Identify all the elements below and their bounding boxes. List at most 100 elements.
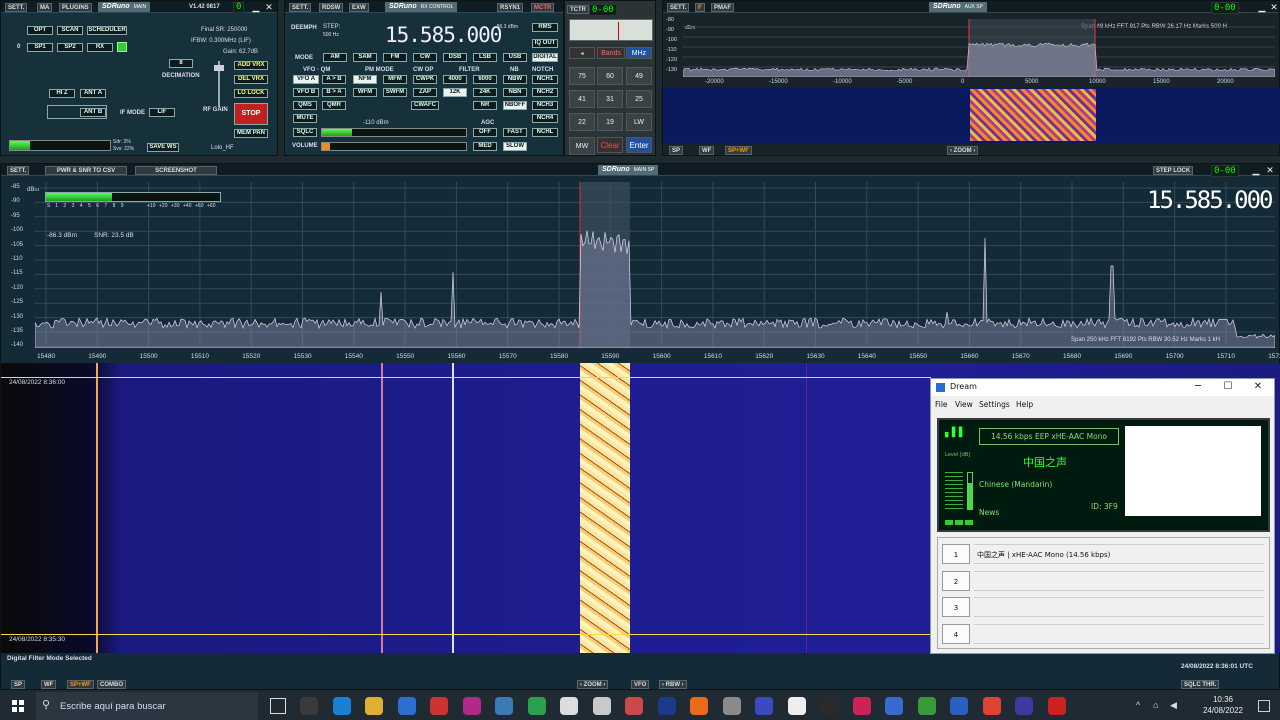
a-to-b-button[interactable]: A > B	[322, 75, 346, 84]
dream-maximize-icon[interactable]: ☐	[1213, 379, 1243, 395]
filter-6000-button[interactable]: 6000	[473, 75, 497, 84]
agc-slow-button[interactable]: SLOW	[503, 142, 527, 151]
aux-f-button[interactable]: F	[695, 3, 705, 12]
b-to-a-button[interactable]: B > A	[322, 88, 346, 97]
screenshot-button[interactable]: SCREENSHOT	[135, 166, 217, 175]
enter-button[interactable]: Enter	[626, 137, 652, 153]
dream-titlebar[interactable]: Dream ─ ☐ ✕	[931, 379, 1274, 396]
mute-button[interactable]: MUTE	[293, 114, 317, 123]
mainsp-sett-button[interactable]: SETT.	[7, 166, 29, 175]
cw-button[interactable]: CW	[413, 53, 437, 62]
nfm-button[interactable]: NFM	[353, 75, 377, 84]
opt-button[interactable]: OPT	[27, 26, 53, 35]
dream-menu-file[interactable]: File	[935, 400, 948, 409]
vfo-button[interactable]: VFO	[631, 680, 649, 689]
ant-b-button[interactable]: ANT B	[80, 108, 106, 117]
dsb-button[interactable]: DSB	[443, 53, 467, 62]
volume-slider[interactable]	[321, 142, 467, 151]
dream-close-icon[interactable]: ✕	[1243, 379, 1273, 395]
spreadsheet-app-icon[interactable]	[528, 697, 546, 715]
taskbar-search[interactable]: ⚲ Escribe aquí para buscar	[36, 692, 258, 720]
plugins-button[interactable]: PLUGINS	[59, 3, 92, 12]
recorder-app-icon[interactable]	[430, 697, 448, 715]
combo-button[interactable]: COMBO	[97, 680, 126, 689]
agc-med-button[interactable]: MED	[473, 142, 497, 151]
cwpk-button[interactable]: CWPK	[413, 75, 437, 84]
dream-menu-help[interactable]: Help	[1016, 400, 1033, 409]
nch2-button[interactable]: NCH2	[532, 88, 558, 97]
swfm-button[interactable]: SWFM	[383, 88, 407, 97]
sqlc-button[interactable]: SQLC	[293, 128, 317, 137]
aux-spwf-button[interactable]: SP+WF	[725, 146, 752, 155]
rsyn-button[interactable]: RSYN1	[497, 3, 523, 12]
antenna-app-icon[interactable]	[625, 697, 643, 715]
rx-sett-button[interactable]: SETT.	[289, 3, 311, 12]
media-app-icon[interactable]	[300, 697, 318, 715]
aux-minimize-icon[interactable]: ▁	[1257, 2, 1267, 12]
bands-button[interactable]: Bands	[597, 47, 625, 59]
minimize-icon[interactable]: ▁	[251, 2, 261, 12]
keypad-key-22[interactable]: 22	[569, 113, 595, 131]
keypad-key-LW[interactable]: LW	[626, 113, 652, 131]
rx-frequency[interactable]: 15.585.000	[385, 23, 501, 47]
lo-lock-button[interactable]: LO LOCK	[234, 89, 268, 98]
clear-button[interactable]: Clear	[597, 137, 623, 153]
vpn-app-icon[interactable]	[755, 697, 773, 715]
clock-date[interactable]: 24/08/2022	[1198, 706, 1248, 715]
dream-service-row[interactable]: 1 中国之声 | xHE-AAC Mono (14.56 kbps)	[940, 544, 1267, 566]
main-zoom-control[interactable]: ‹ ZOOM ›	[577, 680, 608, 689]
agc-off-button[interactable]: OFF	[473, 128, 497, 137]
dream-service-number[interactable]: 3	[942, 597, 970, 617]
dream-service-row[interactable]: 3	[940, 597, 1267, 619]
zap-button[interactable]: ZAP	[413, 88, 437, 97]
main-frequency[interactable]: 15.585.000	[1147, 186, 1272, 214]
rx-button[interactable]: RX	[87, 43, 113, 52]
squelch-slider[interactable]	[321, 128, 467, 137]
chat-app-icon[interactable]	[885, 697, 903, 715]
messenger-app-icon[interactable]	[463, 697, 481, 715]
stop-button[interactable]: STOP	[234, 103, 268, 125]
photo-app-icon[interactable]	[1015, 697, 1033, 715]
wfm-button[interactable]: WFM	[353, 88, 377, 97]
scan-button[interactable]: SCAN	[57, 26, 83, 35]
mhz-button[interactable]: MHz	[626, 47, 652, 59]
main-wf-button[interactable]: WF	[41, 680, 56, 689]
fm-button[interactable]: FM	[383, 53, 407, 62]
notification-icon[interactable]	[1258, 700, 1270, 712]
sam-button[interactable]: SAM	[353, 53, 377, 62]
keypad-key-75[interactable]: 75	[569, 67, 595, 85]
filter-4000-button[interactable]: 4000	[443, 75, 467, 84]
nbw-button[interactable]: NBW	[503, 75, 527, 84]
network-icon[interactable]: ⌂	[1153, 700, 1158, 710]
tray-chevron-icon[interactable]: ^	[1136, 700, 1140, 710]
volume-icon[interactable]: ◀	[1170, 700, 1177, 711]
file-explorer-icon[interactable]	[365, 697, 383, 715]
lsb-button[interactable]: LSB	[473, 53, 497, 62]
scheduler-button[interactable]: SCHEDULER	[87, 26, 127, 35]
pmaf-button[interactable]: PMAF	[711, 3, 734, 12]
calendar-app-icon[interactable]	[983, 697, 1001, 715]
bands-arrow-icon[interactable]: ◂	[569, 47, 595, 59]
aux-zoom-control[interactable]: ‹ ZOOM ›	[947, 146, 978, 155]
main-spwf-button[interactable]: SP+WF	[67, 680, 94, 689]
pwr-snr-csv-button[interactable]: PWR & SNR TO CSV	[45, 166, 127, 175]
edge-browser-icon[interactable]	[333, 697, 351, 715]
media-icon-app-icon[interactable]	[853, 697, 871, 715]
nchl-button[interactable]: NCHL	[532, 128, 558, 137]
aux-sp-button[interactable]: SP	[669, 146, 683, 155]
del-vrx-button[interactable]: DEL VRX	[234, 75, 268, 84]
keypad-key-60[interactable]: 60	[597, 67, 623, 85]
lif-button[interactable]: LIF	[149, 108, 175, 117]
calculator-app-icon[interactable]	[398, 697, 416, 715]
people-app-icon[interactable]	[723, 697, 741, 715]
mainsp-close-icon[interactable]: ✕	[1265, 165, 1275, 175]
main-sp-button[interactable]: SP	[11, 680, 25, 689]
mem-pan-button[interactable]: MEM PAN	[234, 129, 268, 138]
usb-button[interactable]: USB	[503, 53, 527, 62]
chart-app-icon[interactable]	[560, 697, 578, 715]
mfm-button[interactable]: MFM	[383, 75, 407, 84]
text-app-icon[interactable]	[820, 697, 838, 715]
keypad-key-MW[interactable]: MW	[569, 137, 595, 155]
digital-button[interactable]: DIGITAL	[532, 53, 558, 62]
agc-fast-button[interactable]: FAST	[503, 128, 527, 137]
